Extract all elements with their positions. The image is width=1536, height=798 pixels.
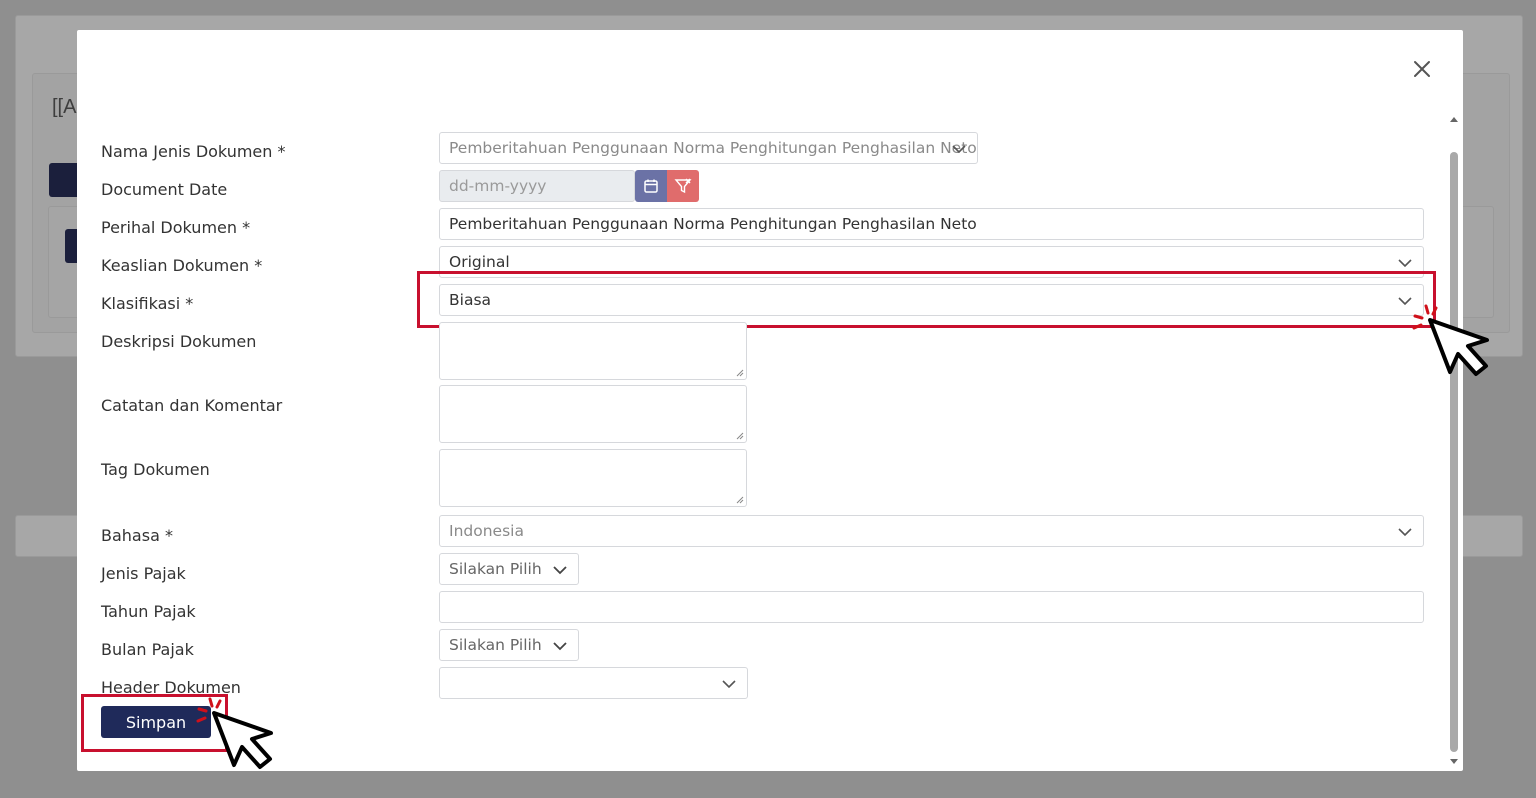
bulan-pajak-value: Silakan Pilih: [449, 636, 542, 654]
chevron-down-icon: [553, 566, 567, 575]
bahasa-value: Indonesia: [449, 522, 524, 540]
chevron-down-icon: [1398, 259, 1412, 268]
scroll-up-arrow-icon[interactable]: [1449, 114, 1459, 124]
jenis-pajak-select[interactable]: Silakan Pilih: [439, 553, 579, 585]
label-nama-jenis-dokumen: Nama Jenis Dokumen *: [101, 142, 286, 161]
resize-grip-icon: [736, 432, 744, 440]
deskripsi-dokumen-textarea[interactable]: [439, 322, 747, 380]
label-deskripsi-dokumen: Deskripsi Dokumen: [101, 332, 257, 351]
nama-jenis-dokumen-value: Pemberitahuan Penggunaan Norma Penghitun…: [449, 139, 977, 157]
klasifikasi-highlight: [417, 271, 1436, 328]
bahasa-select[interactable]: Indonesia: [439, 515, 1424, 547]
jenis-pajak-value: Silakan Pilih: [449, 560, 542, 578]
calendar-icon: [644, 179, 658, 193]
label-tahun-pajak: Tahun Pajak: [101, 602, 196, 621]
background-title: [[A: [52, 96, 77, 118]
resize-grip-icon: [736, 496, 744, 504]
label-jenis-pajak: Jenis Pajak: [101, 564, 186, 583]
scrollbar-thumb[interactable]: [1450, 152, 1458, 752]
chevron-down-icon: [1398, 528, 1412, 537]
keaslian-dokumen-value: Original: [449, 253, 510, 271]
resize-grip-icon: [736, 369, 744, 377]
chevron-down-icon: [952, 145, 966, 154]
header-dokumen-select[interactable]: [439, 667, 748, 699]
chevron-down-icon: [553, 642, 567, 651]
label-keaslian-dokumen: Keaslian Dokumen *: [101, 256, 263, 275]
label-perihal-dokumen: Perihal Dokumen *: [101, 218, 251, 237]
perihal-dokumen-input[interactable]: Pemberitahuan Penggunaan Norma Penghitun…: [439, 208, 1424, 240]
label-klasifikasi: Klasifikasi *: [101, 294, 194, 313]
label-catatan-komentar: Catatan dan Komentar: [101, 396, 283, 415]
cursor-pointer-icon: [1412, 304, 1489, 376]
bulan-pajak-select[interactable]: Silakan Pilih: [439, 629, 579, 661]
clear-date-button[interactable]: [667, 170, 699, 202]
nama-jenis-dokumen-select[interactable]: Pemberitahuan Penggunaan Norma Penghitun…: [439, 132, 978, 164]
tag-dokumen-textarea[interactable]: [439, 449, 747, 507]
catatan-komentar-textarea[interactable]: [439, 385, 747, 443]
perihal-dokumen-value: Pemberitahuan Penggunaan Norma Penghitun…: [449, 215, 977, 233]
filter-clear-icon: [674, 178, 692, 194]
label-document-date: Document Date: [101, 180, 228, 199]
tahun-pajak-input[interactable]: [439, 591, 1424, 623]
document-date-placeholder: dd-mm-yyyy: [449, 177, 547, 195]
document-form-modal: Nama Jenis Dokumen * Pemberitahuan Pengg…: [77, 30, 1463, 771]
close-icon[interactable]: [1411, 58, 1433, 80]
cursor-pointer-icon-2: [196, 697, 273, 769]
scroll-down-arrow-icon[interactable]: [1449, 757, 1459, 767]
calendar-button[interactable]: [635, 170, 667, 202]
label-bulan-pajak: Bulan Pajak: [101, 640, 194, 659]
chevron-down-icon: [722, 680, 736, 689]
label-bahasa: Bahasa *: [101, 526, 173, 545]
document-date-input[interactable]: dd-mm-yyyy: [439, 170, 635, 202]
label-tag-dokumen: Tag Dokumen: [101, 460, 210, 479]
